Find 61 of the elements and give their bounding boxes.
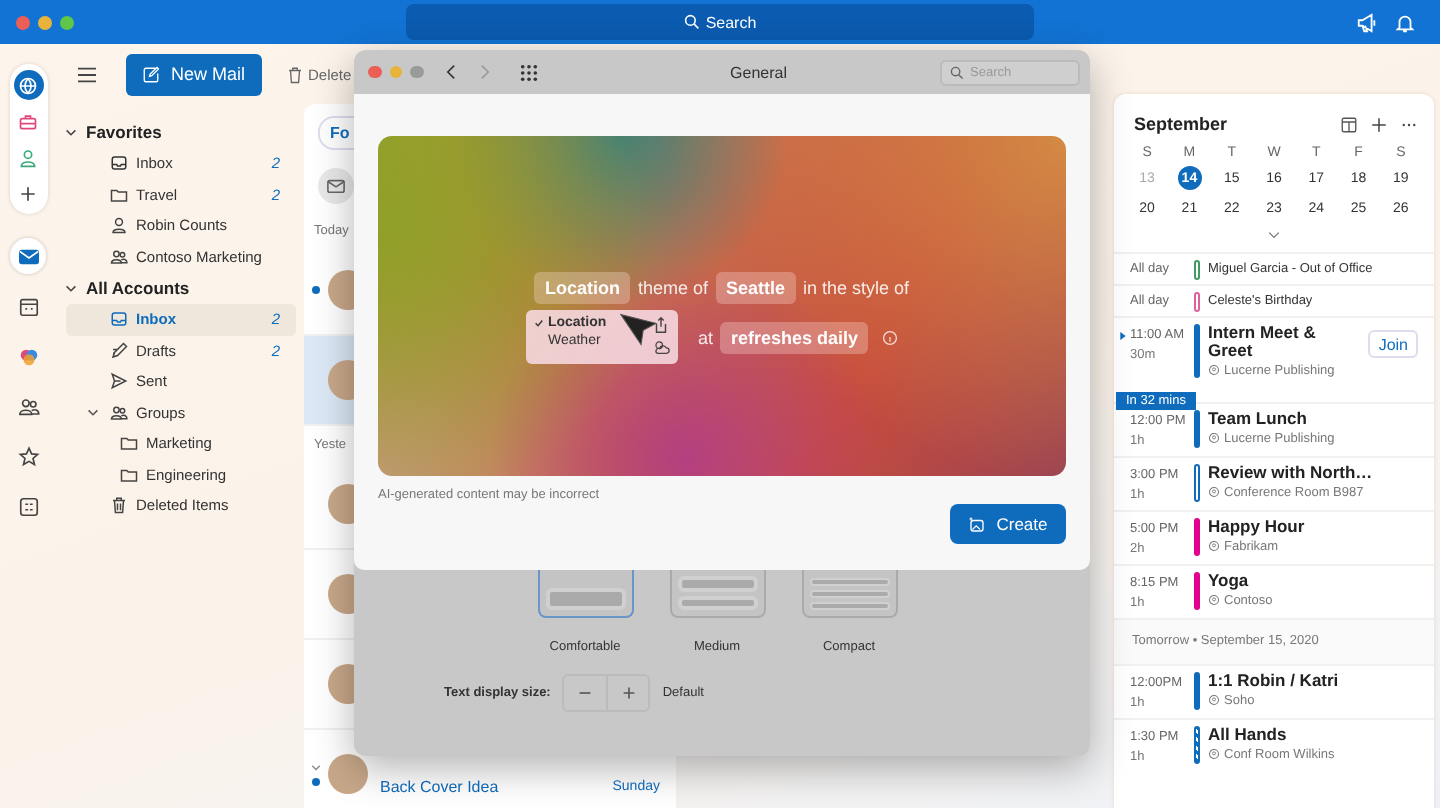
back-icon[interactable]	[443, 64, 457, 80]
globe-icon[interactable]	[13, 70, 43, 100]
chevron-icon[interactable]	[64, 281, 78, 295]
inbox-icon	[110, 310, 128, 329]
folder-section-header[interactable]: Favorites	[56, 116, 300, 148]
bell-icon[interactable]	[1394, 11, 1416, 33]
prompt-text: theme of	[637, 278, 708, 298]
event-title[interactable]: Happy Hour	[1208, 517, 1434, 536]
section-title: Favorites	[86, 122, 162, 142]
event-title[interactable]: Yoga	[1208, 571, 1434, 590]
event-title[interactable]: Team Lunch	[1208, 409, 1434, 428]
plus-icon	[619, 684, 638, 702]
location-pin-icon	[1208, 748, 1220, 761]
event-title[interactable]: Review with North…	[1208, 463, 1434, 482]
inbox-icon	[110, 154, 128, 173]
chevron-icon[interactable]	[64, 125, 78, 139]
folder-section-header[interactable]: All Accounts	[56, 272, 300, 304]
people-icon	[110, 403, 128, 422]
split-view-icon[interactable]	[1340, 115, 1358, 133]
month-title: September	[1134, 114, 1230, 134]
search-icon	[683, 14, 700, 30]
location-pin-icon	[1208, 364, 1220, 377]
people-icon	[110, 247, 128, 266]
person-icon	[110, 216, 128, 235]
envelope-icon[interactable]	[318, 168, 354, 204]
avatar	[328, 754, 368, 794]
grid-icon[interactable]	[519, 63, 537, 81]
add-icon[interactable]	[1370, 115, 1388, 133]
location-pin-icon	[1208, 432, 1220, 445]
create-button[interactable]: Create	[950, 504, 1066, 544]
menu-icon[interactable]	[76, 65, 98, 83]
event-title[interactable]: Intern Meet & Greet	[1208, 324, 1348, 360]
info-icon[interactable]	[882, 329, 899, 345]
search-icon	[950, 65, 964, 79]
trash-icon	[286, 65, 304, 83]
minimize-button[interactable]	[38, 15, 52, 29]
location-pin-icon	[1208, 486, 1220, 499]
mail-icon[interactable]	[10, 238, 46, 274]
location-pin-icon	[1208, 540, 1220, 553]
section-title: All Accounts	[86, 278, 190, 298]
share-icon	[651, 316, 670, 334]
compose-icon	[142, 65, 161, 83]
sparkle-image-icon	[968, 515, 987, 533]
event-title[interactable]: All Hands	[1208, 725, 1434, 744]
location-pin-icon	[1208, 594, 1220, 607]
folder-icon	[110, 185, 128, 204]
megaphone-icon[interactable]	[1356, 11, 1378, 33]
trash-icon	[110, 496, 128, 515]
search-field[interactable]: Search	[406, 4, 1034, 40]
join-button[interactable]: Join	[1368, 330, 1418, 358]
pencil-icon	[110, 341, 128, 360]
new-mail-button[interactable]: New Mail	[126, 53, 262, 95]
window-title: General	[728, 63, 789, 81]
message-subject: Back Cover Idea	[380, 777, 499, 795]
cloud-sun-icon	[651, 338, 670, 356]
chevron-icon[interactable]	[86, 405, 100, 420]
prompt-text: at	[697, 327, 713, 347]
location-pin-icon	[1208, 694, 1220, 707]
event-title[interactable]: 1:1 Robin / Katri	[1208, 671, 1434, 690]
send-icon	[110, 372, 128, 391]
prompt-text: in the style of	[803, 278, 910, 298]
